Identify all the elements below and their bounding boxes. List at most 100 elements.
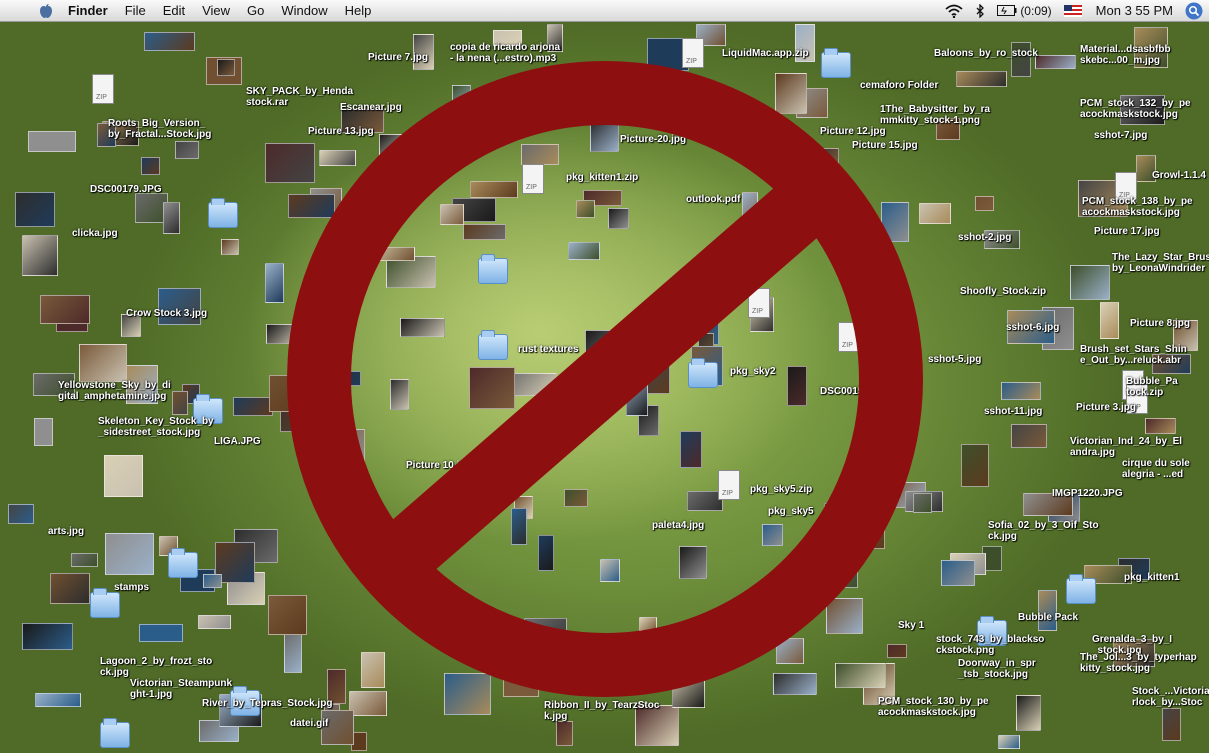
desktop-item-label[interactable]: arts.jpg <box>48 526 84 537</box>
desktop-item-label[interactable]: Sofia_02_by_3_Oif_Sto ck.jpg <box>988 520 1099 542</box>
desktop-item-label[interactable]: paleta4.jpg <box>652 520 704 531</box>
desktop[interactable]: Picture 7.jpg copia de ricardo arjona- la… <box>0 22 1209 753</box>
desktop-image-thumbnail[interactable] <box>440 204 464 225</box>
desktop-image-thumbnail[interactable] <box>585 330 628 367</box>
spotlight-icon[interactable] <box>1185 2 1203 20</box>
desktop-item-label[interactable]: LIGA.JPG <box>214 436 261 447</box>
desktop-item-label[interactable]: sshot-5.jpg <box>928 354 981 365</box>
desktop-item-label[interactable]: Escanear.jpg <box>340 102 402 113</box>
desktop-image-thumbnail[interactable] <box>817 558 858 588</box>
desktop-image-thumbnail[interactable] <box>626 377 648 416</box>
desktop-item-label[interactable]: River_by_Tepras_Stock.jpg <box>202 698 332 709</box>
desktop-item-label[interactable]: The_Jol...3_by_typerhap kitty_stock.jpg <box>1080 652 1197 674</box>
desktop-item-label[interactable]: Picture 7.jpg <box>368 52 428 63</box>
desktop-item-label[interactable]: Picture 3.jpg <box>1076 402 1136 413</box>
folder-icon[interactable] <box>1066 574 1096 604</box>
desktop-image-thumbnail[interactable] <box>50 573 90 604</box>
desktop-image-thumbnail[interactable] <box>268 595 307 635</box>
desktop-image-thumbnail[interactable] <box>568 242 600 260</box>
folder-icon[interactable] <box>478 254 508 284</box>
desktop-item-label[interactable]: outlook.pdf <box>686 194 740 205</box>
desktop-image-thumbnail[interactable] <box>203 574 222 588</box>
desktop-item-label[interactable]: LiquidMac.app.zip <box>722 48 809 59</box>
desktop-image-thumbnail[interactable] <box>919 203 951 224</box>
desktop-item-label[interactable]: pkg_kitten1.zip <box>566 172 638 183</box>
desktop-item-label[interactable]: rust textures <box>518 344 579 355</box>
desktop-image-thumbnail[interactable] <box>639 617 657 631</box>
desktop-image-thumbnail[interactable] <box>835 663 886 688</box>
desktop-image-thumbnail[interactable] <box>1100 302 1119 339</box>
desktop-item-label[interactable]: Sky 1 <box>898 620 924 631</box>
desktop-item-label[interactable]: stock_743_by_blackso ckstock.png <box>936 634 1044 656</box>
desktop-image-thumbnail[interactable] <box>141 157 160 175</box>
desktop-item-label[interactable]: pkg_kitten1 <box>1124 572 1180 583</box>
folder-icon[interactable] <box>478 330 508 360</box>
desktop-image-thumbnail[interactable] <box>444 673 491 715</box>
desktop-image-thumbnail[interactable] <box>470 181 518 198</box>
desktop-image-thumbnail[interactable] <box>284 632 302 673</box>
desktop-image-thumbnail[interactable] <box>265 263 284 303</box>
desktop-item-label[interactable]: Picture 15.jpg <box>852 140 918 151</box>
desktop-image-thumbnail[interactable] <box>576 200 595 218</box>
desktop-image-thumbnail[interactable] <box>321 429 365 464</box>
apple-menu-icon[interactable] <box>38 3 54 19</box>
desktop-image-thumbnail[interactable] <box>8 504 34 524</box>
desktop-image-thumbnail[interactable] <box>400 318 445 337</box>
desktop-image-thumbnail[interactable] <box>365 247 415 261</box>
menu-window[interactable]: Window <box>281 3 327 18</box>
desktop-item-label[interactable]: sshot-2.jpg <box>958 232 1011 243</box>
desktop-item-label[interactable]: Yellowstone_Sky_by_di gital_amphetamine.j… <box>58 380 171 402</box>
desktop-image-thumbnail[interactable] <box>172 391 188 415</box>
desktop-item-label[interactable]: IMGP1220.JPG <box>1052 488 1123 499</box>
desktop-item-label[interactable]: DSC0015 <box>820 386 863 397</box>
desktop-item-label[interactable]: pkg_sky2 <box>730 366 776 377</box>
desktop-image-thumbnail[interactable] <box>775 73 807 114</box>
desktop-image-thumbnail[interactable] <box>591 400 609 421</box>
folder-icon[interactable] <box>100 718 130 748</box>
desktop-item-label[interactable]: Doorway_in_spr _tsb_stock.jpg <box>958 658 1036 680</box>
desktop-image-thumbnail[interactable] <box>319 150 356 166</box>
desktop-item-label[interactable]: Material...dsasbfbb skebc...00_m.jpg <box>1080 44 1171 66</box>
folder-icon[interactable] <box>688 358 718 388</box>
desktop-image-thumbnail[interactable] <box>105 533 154 575</box>
desktop-image-thumbnail[interactable] <box>28 131 76 152</box>
desktop-item-label[interactable]: Victorian_Steampunk ght-1.jpg <box>130 678 232 700</box>
menu-view[interactable]: View <box>202 3 230 18</box>
desktop-image-thumbnail[interactable] <box>773 673 817 695</box>
desktop-image-thumbnail[interactable] <box>22 235 58 276</box>
desktop-image-thumbnail[interactable] <box>402 522 445 542</box>
desktop-image-thumbnail[interactable] <box>217 59 235 76</box>
desktop-image-thumbnail[interactable] <box>776 638 804 664</box>
folder-icon[interactable] <box>168 548 198 578</box>
desktop-image-thumbnail[interactable] <box>233 397 273 416</box>
desktop-image-thumbnail[interactable] <box>679 546 707 579</box>
desktop-image-thumbnail[interactable] <box>79 344 127 382</box>
desktop-image-thumbnail[interactable] <box>266 324 298 344</box>
desktop-image-thumbnail[interactable] <box>104 455 143 497</box>
desktop-image-thumbnail[interactable] <box>34 418 53 446</box>
desktop-image-thumbnail[interactable] <box>998 735 1020 749</box>
desktop-image-thumbnail[interactable] <box>469 367 515 409</box>
zip-file-icon[interactable] <box>522 164 544 194</box>
menu-clock[interactable]: Mon 3 55 PM <box>1096 3 1173 18</box>
desktop-image-thumbnail[interactable] <box>158 288 201 325</box>
desktop-item-label[interactable]: pkg_sky5.zip <box>750 484 812 495</box>
desktop-image-thumbnail[interactable] <box>881 202 909 242</box>
desktop-image-thumbnail[interactable] <box>941 560 975 586</box>
desktop-image-thumbnail[interactable] <box>521 144 559 165</box>
desktop-item-label[interactable]: PCM_stock_138_by_pe acockmaskstock.jpg <box>1082 196 1193 218</box>
desktop-image-thumbnail[interactable] <box>1001 382 1041 400</box>
menu-file[interactable]: File <box>125 3 146 18</box>
desktop-image-thumbnail[interactable] <box>524 618 567 659</box>
desktop-image-thumbnail[interactable] <box>961 444 989 487</box>
desktop-image-thumbnail[interactable] <box>742 192 758 235</box>
folder-icon[interactable] <box>90 588 120 618</box>
desktop-item-label[interactable]: Picture 13.jpg <box>308 126 374 137</box>
desktop-image-thumbnail[interactable] <box>608 208 629 229</box>
desktop-image-thumbnail[interactable] <box>762 524 783 546</box>
desktop-item-label[interactable]: Picture 10.jpg <box>406 460 472 471</box>
desktop-image-thumbnail[interactable] <box>636 661 667 686</box>
desktop-item-label[interactable]: Ribbon_II_by_TearzStoc k.jpg <box>544 700 659 722</box>
desktop-item-label[interactable]: PCM_stock_130_by_pe acockmaskstock.jpg <box>878 696 989 718</box>
desktop-image-thumbnail[interactable] <box>265 143 315 183</box>
